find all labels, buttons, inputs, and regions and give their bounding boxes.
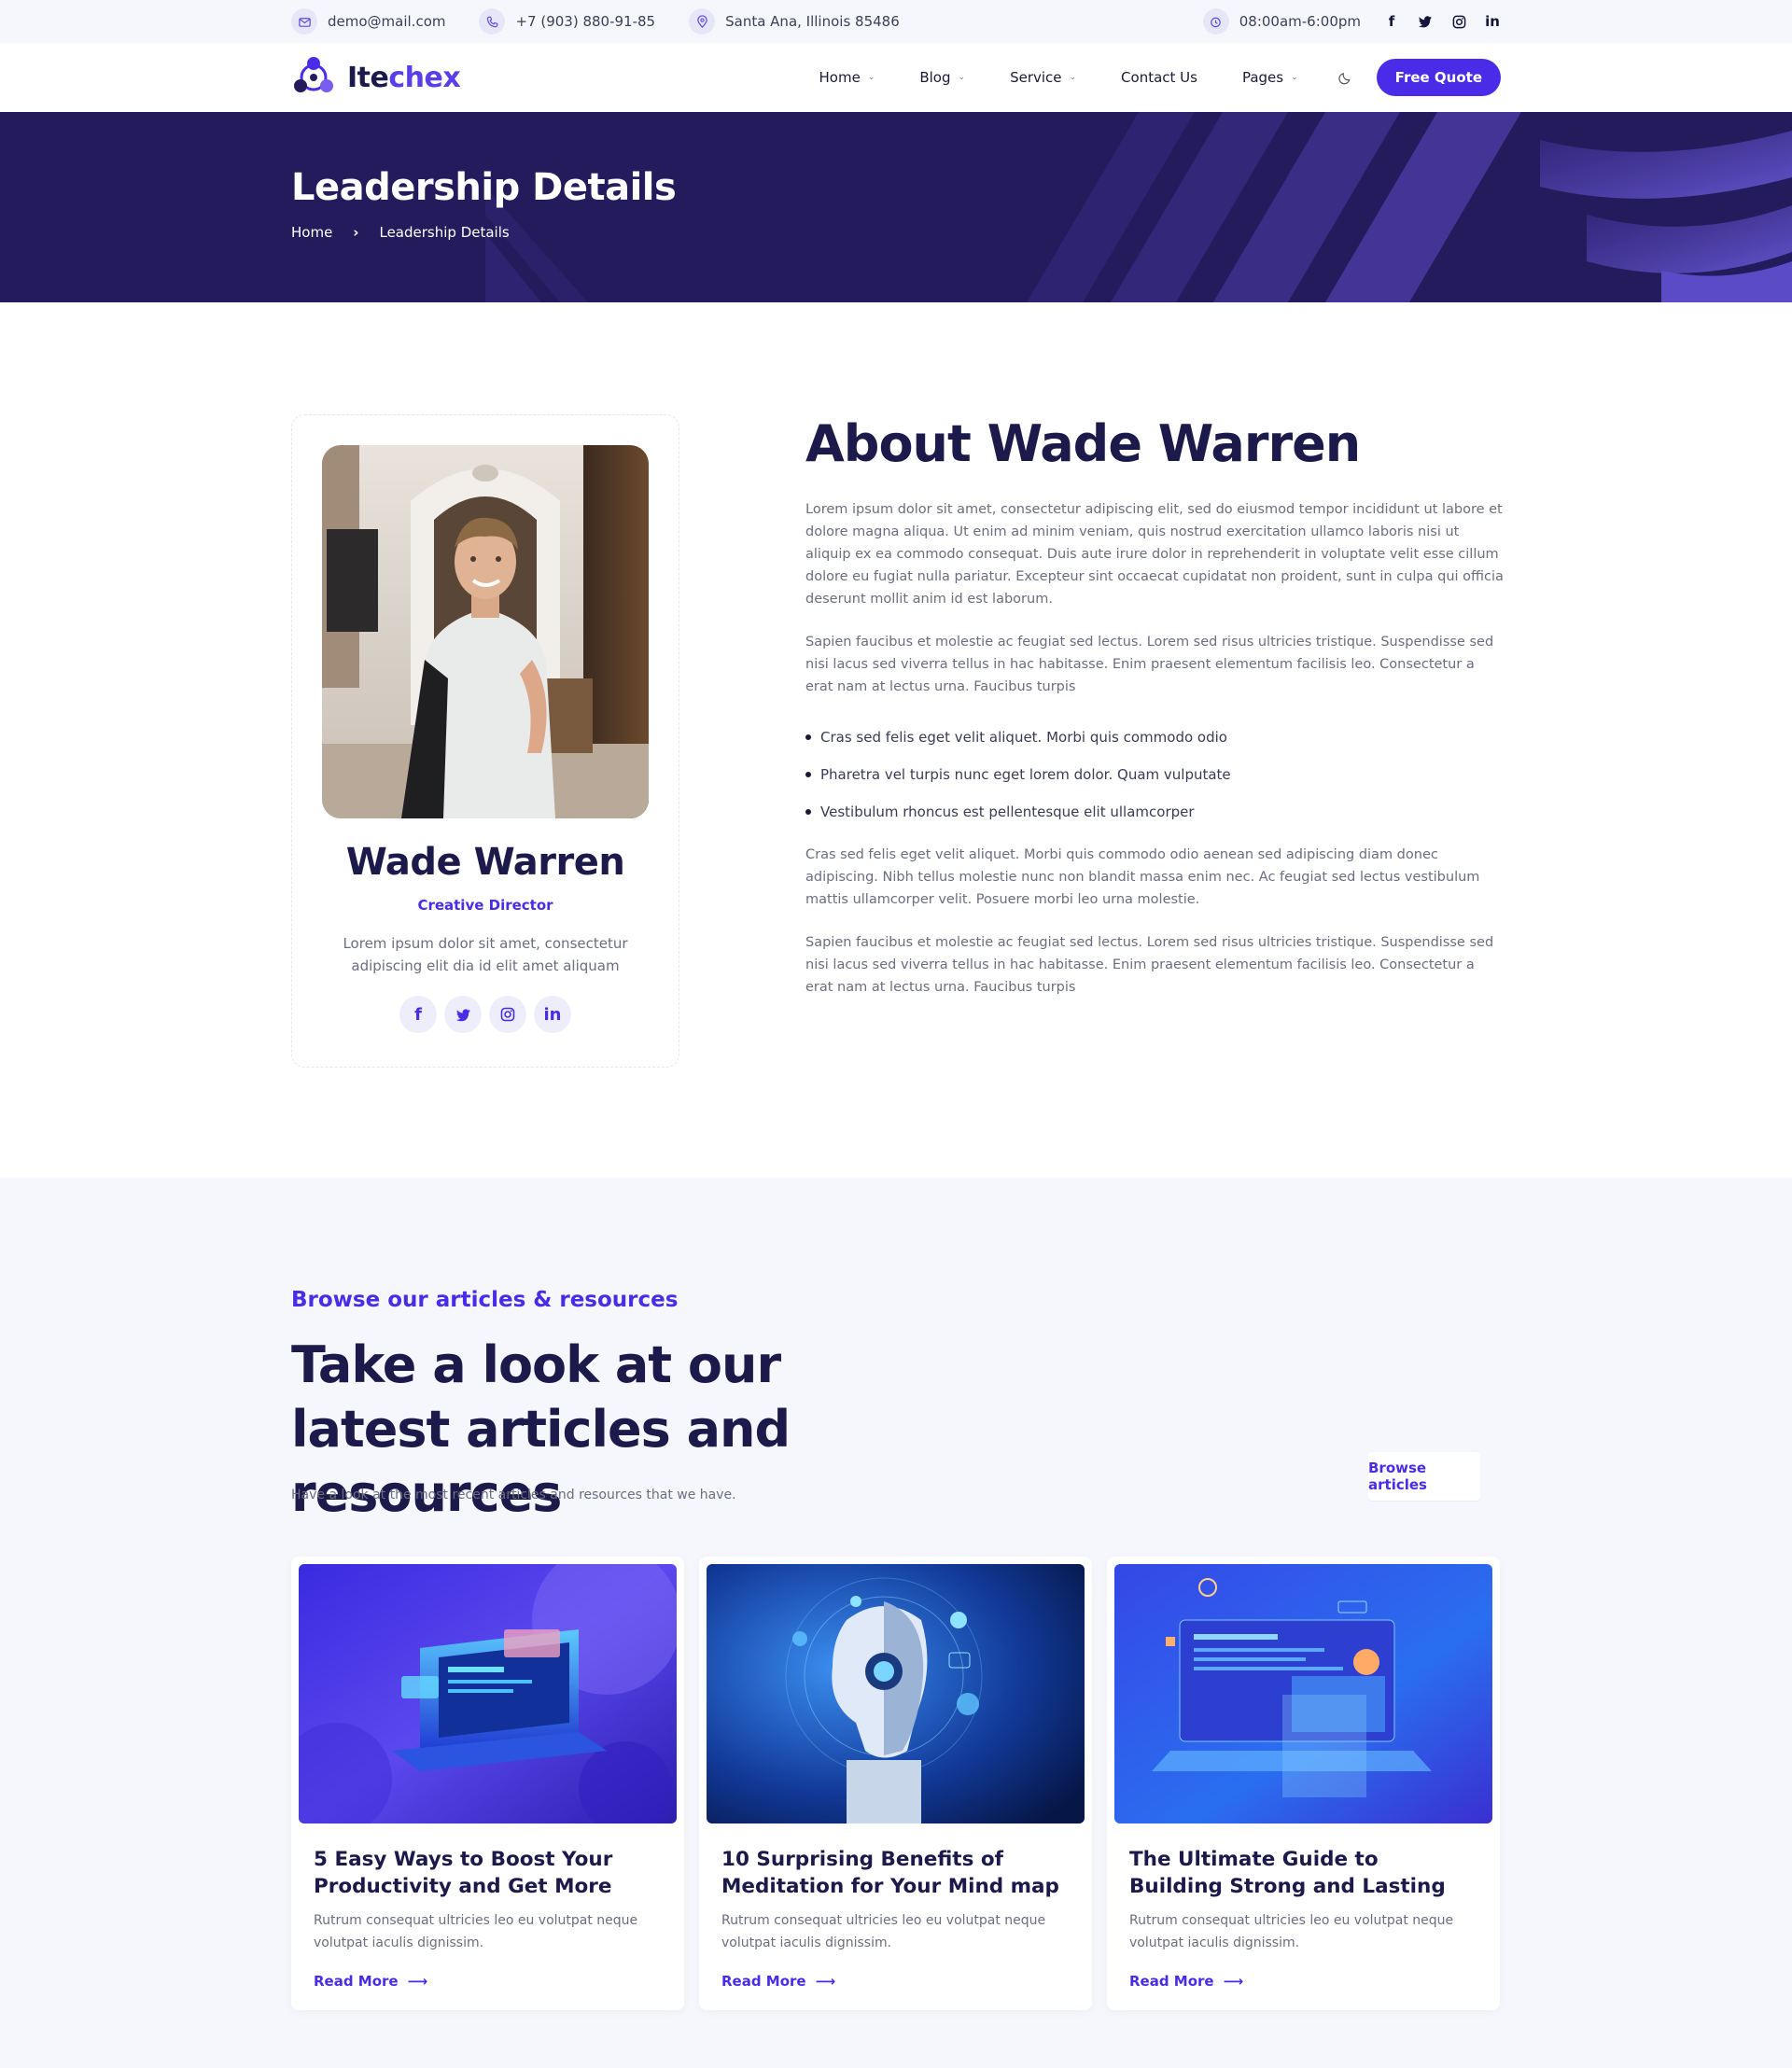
arrow-right-icon: ⟶ bbox=[1223, 1973, 1244, 1990]
location-pin-icon bbox=[689, 8, 716, 35]
topbar-hours-text: 08:00am-6:00pm bbox=[1239, 13, 1361, 30]
chevron-down-icon: ⌄ bbox=[958, 73, 966, 82]
chevron-down-icon: ⌄ bbox=[1069, 73, 1077, 82]
profile-social-links: f in bbox=[322, 996, 649, 1033]
read-more-label: Read More bbox=[314, 1973, 399, 1990]
logo-text: Itechex bbox=[347, 61, 461, 94]
nav-service-label: Service bbox=[1010, 69, 1062, 86]
topbar-email-text: demo@mail.com bbox=[328, 13, 446, 30]
arrow-right-icon: ⟶ bbox=[815, 1973, 836, 1990]
chevron-right-icon: › bbox=[353, 224, 359, 241]
profile-description: Lorem ipsum dolor sit amet, consectetur … bbox=[343, 935, 628, 974]
code-dashboard-illustration bbox=[1114, 1564, 1492, 1823]
article-card[interactable]: 5 Easy Ways to Boost Your Productivity a… bbox=[291, 1557, 684, 2010]
article-excerpt: Rutrum consequat ultricies leo eu volutp… bbox=[314, 1913, 638, 1950]
about-title: About Wade Warren bbox=[805, 414, 1361, 473]
top-bar: demo@mail.com +7 (903) 880-91-85 Santa A… bbox=[0, 0, 1792, 43]
nav-contact[interactable]: Contact Us bbox=[1121, 69, 1197, 86]
instagram-icon[interactable] bbox=[1450, 13, 1467, 30]
twitter-icon[interactable] bbox=[444, 996, 482, 1033]
list-item: Vestibulum rhoncus est pellentesque elit… bbox=[805, 793, 1504, 831]
article-card[interactable]: The Ultimate Guide to Building Strong an… bbox=[1107, 1557, 1500, 2010]
article-thumbnail[interactable] bbox=[1114, 1564, 1492, 1823]
topbar-address-text: Santa Ana, Illinois 85486 bbox=[725, 13, 900, 30]
chevron-down-icon: ⌄ bbox=[867, 73, 875, 82]
nav-service[interactable]: Service ⌄ bbox=[1010, 69, 1076, 86]
nav-pages[interactable]: Pages ⌄ bbox=[1242, 69, 1298, 86]
site-header: Itechex Home ⌄ Blog ⌄ Service ⌄ Contact Us … bbox=[0, 43, 1792, 112]
nav-blog-label: Blog bbox=[919, 69, 951, 86]
profile-role: Creative Director bbox=[417, 897, 553, 914]
instagram-icon[interactable] bbox=[489, 996, 526, 1033]
page-hero: Leadership Details Home › Leadership Det… bbox=[0, 112, 1792, 302]
ai-head-illustration bbox=[707, 1564, 1085, 1823]
linkedin-icon[interactable]: in bbox=[1484, 13, 1501, 30]
article-cards: 5 Easy Ways to Boost Your Productivity a… bbox=[291, 1557, 1500, 2010]
arrow-right-icon: ⟶ bbox=[407, 1973, 428, 1990]
topbar-phone-text: +7 (903) 880-91-85 bbox=[515, 13, 656, 30]
linkedin-icon[interactable]: in bbox=[534, 996, 571, 1033]
nav-home[interactable]: Home ⌄ bbox=[819, 69, 875, 86]
about-bullet-list: Cras sed felis eget velit aliquet. Morbi… bbox=[805, 719, 1504, 831]
profile-photo-illustration bbox=[322, 445, 649, 818]
article-excerpt: Rutrum consequat ultricies leo eu volutp… bbox=[1129, 1913, 1454, 1950]
list-item: Cras sed felis eget velit aliquet. Morbi… bbox=[805, 719, 1504, 756]
list-item: Pharetra vel turpis nunc eget lorem dolo… bbox=[805, 756, 1504, 793]
nav-pages-label: Pages bbox=[1241, 69, 1284, 86]
nav-blog[interactable]: Blog ⌄ bbox=[919, 69, 965, 86]
mail-icon bbox=[291, 8, 317, 35]
article-card[interactable]: 10 Surprising Benefits of Meditation for… bbox=[699, 1557, 1092, 2010]
logo-text-part1: Ite bbox=[347, 61, 389, 94]
browse-articles-button[interactable]: Browse articles bbox=[1368, 1452, 1480, 1501]
logo-mark-icon bbox=[294, 57, 333, 92]
articles-section: Browse our articles & resources Take a l… bbox=[0, 1178, 1792, 2068]
breadcrumb: Home › Leadership Details bbox=[291, 224, 1501, 241]
articles-eyebrow: Browse our articles & resources bbox=[291, 1288, 679, 1312]
article-excerpt: Rutrum consequat ultricies leo eu volutp… bbox=[721, 1913, 1046, 1950]
about-paragraph-2: Sapien faucibus et molestie ac feugiat s… bbox=[805, 635, 1494, 694]
read-more-link[interactable]: Read More ⟶ bbox=[1129, 1973, 1477, 1990]
read-more-link[interactable]: Read More ⟶ bbox=[721, 1973, 1070, 1990]
topbar-social: f in bbox=[1383, 13, 1501, 30]
free-quote-button[interactable]: Free Quote bbox=[1376, 59, 1501, 96]
nav-contact-label: Contact Us bbox=[1121, 69, 1197, 86]
article-thumbnail[interactable] bbox=[707, 1564, 1085, 1823]
phone-icon bbox=[479, 8, 506, 35]
breadcrumb-current: Leadership Details bbox=[379, 224, 510, 241]
main-nav: Home ⌄ Blog ⌄ Service ⌄ Contact Us Pages ⌄ F… bbox=[775, 59, 1501, 96]
about-paragraph-3: Cras sed felis eget velit aliquet. Morbi… bbox=[805, 847, 1480, 907]
facebook-icon[interactable]: f bbox=[399, 996, 437, 1033]
laptop-illustration bbox=[299, 1564, 677, 1823]
profile-photo bbox=[322, 445, 649, 818]
topbar-phone[interactable]: +7 (903) 880-91-85 bbox=[479, 8, 655, 35]
profile-name: Wade Warren bbox=[345, 841, 625, 884]
article-title[interactable]: The Ultimate Guide to Building Strong an… bbox=[1129, 1846, 1477, 1900]
logo-text-part2: chex bbox=[388, 61, 461, 94]
breadcrumb-home[interactable]: Home bbox=[291, 224, 332, 241]
facebook-icon[interactable]: f bbox=[1383, 13, 1400, 30]
about-paragraph-4: Sapien faucibus et molestie ac feugiat s… bbox=[805, 935, 1494, 995]
clock-icon bbox=[1202, 8, 1229, 35]
about-section: About Wade Warren Lorem ipsum dolor sit … bbox=[805, 414, 1504, 999]
profile-section: Wade Warren Creative Director Lorem ipsu… bbox=[0, 302, 1792, 1178]
read-more-label: Read More bbox=[1129, 1973, 1214, 1990]
twitter-icon[interactable] bbox=[1417, 13, 1434, 30]
nav-home-label: Home bbox=[819, 69, 861, 86]
read-more-link[interactable]: Read More ⟶ bbox=[314, 1973, 662, 1990]
moon-icon bbox=[1338, 72, 1351, 84]
topbar-email[interactable]: demo@mail.com bbox=[291, 8, 445, 35]
articles-subtitle: Have a look at the most recent articles … bbox=[291, 1488, 736, 1502]
logo[interactable]: Itechex bbox=[291, 55, 461, 100]
article-title[interactable]: 10 Surprising Benefits of Meditation for… bbox=[721, 1846, 1070, 1900]
topbar-address: Santa Ana, Illinois 85486 bbox=[689, 8, 900, 35]
chevron-down-icon: ⌄ bbox=[1291, 73, 1298, 82]
about-paragraph-1: Lorem ipsum dolor sit amet, consectetur … bbox=[805, 502, 1504, 607]
article-title[interactable]: 5 Easy Ways to Boost Your Productivity a… bbox=[314, 1846, 662, 1900]
read-more-label: Read More bbox=[721, 1973, 806, 1990]
profile-card: Wade Warren Creative Director Lorem ipsu… bbox=[291, 414, 679, 1068]
topbar-hours: 08:00am-6:00pm bbox=[1202, 8, 1361, 35]
dark-mode-toggle[interactable] bbox=[1336, 67, 1356, 88]
page-title: Leadership Details bbox=[291, 166, 677, 209]
article-thumbnail[interactable] bbox=[299, 1564, 677, 1823]
